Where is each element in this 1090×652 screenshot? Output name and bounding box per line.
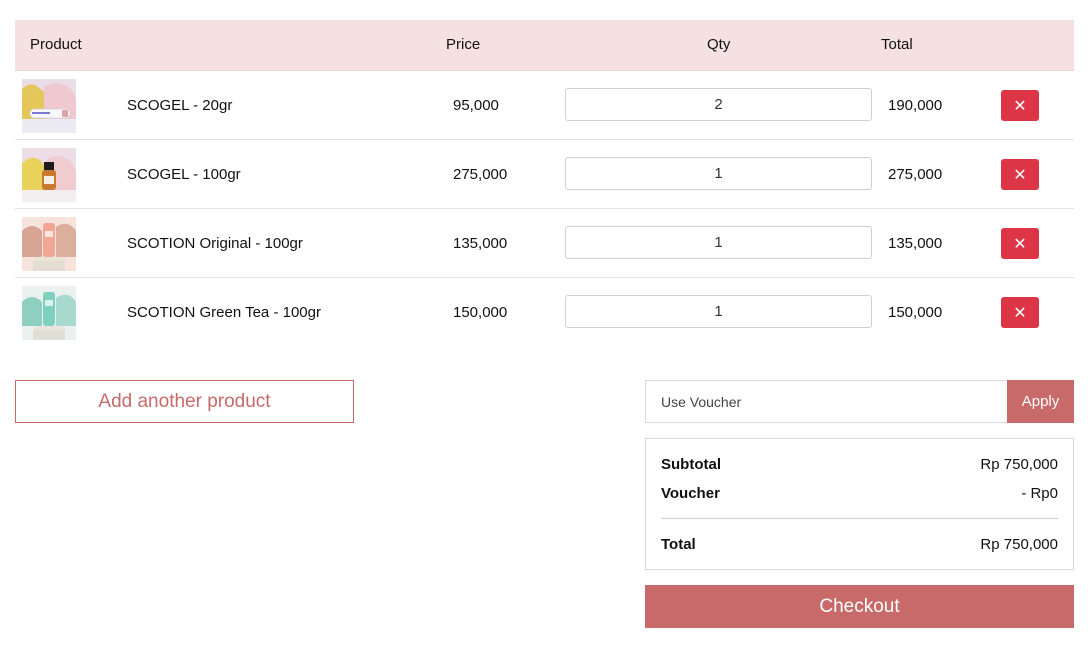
subtotal-label: Subtotal xyxy=(661,456,721,473)
product-thumbnail xyxy=(22,286,76,340)
remove-item-button[interactable]: ✕ xyxy=(1001,297,1039,328)
product-price: 95,000 xyxy=(453,97,499,114)
product-name: SCOGEL - 100gr xyxy=(127,166,241,183)
remove-item-button[interactable]: ✕ xyxy=(1001,228,1039,259)
remove-item-button[interactable]: ✕ xyxy=(1001,90,1039,121)
quantity-input[interactable] xyxy=(565,88,872,121)
header-product: Product xyxy=(30,36,82,53)
table-row: SCOGEL - 20gr 95,000 190,000 ✕ xyxy=(15,71,1074,140)
header-price: Price xyxy=(446,36,481,53)
product-thumbnail xyxy=(22,217,76,271)
subtotal-value: Rp 750,000 xyxy=(980,456,1058,473)
summary-divider xyxy=(661,518,1058,519)
add-another-product-button[interactable]: Add another product xyxy=(15,380,354,423)
voucher-value: - Rp0 xyxy=(1021,485,1058,502)
product-thumbnail xyxy=(22,148,76,202)
order-summary: Subtotal Rp 750,000 Voucher - Rp0 Total … xyxy=(645,438,1074,570)
checkout-button[interactable]: Checkout xyxy=(645,585,1074,628)
voucher-line: Voucher - Rp0 xyxy=(661,485,1058,502)
row-total: 275,000 xyxy=(888,166,943,183)
product-name: SCOGEL - 20gr xyxy=(127,97,233,114)
close-icon: ✕ xyxy=(1013,234,1027,253)
table-row: SCOTION Green Tea - 100gr 150,000 150,00… xyxy=(15,278,1074,346)
product-price: 135,000 xyxy=(453,235,508,252)
close-icon: ✕ xyxy=(1013,165,1027,184)
voucher-label: Voucher xyxy=(661,485,720,502)
subtotal-line: Subtotal Rp 750,000 xyxy=(661,456,1058,473)
row-total: 135,000 xyxy=(888,235,943,252)
cart-table: Product Price Qty Total SCOGEL - 20gr 95… xyxy=(15,20,1074,346)
header-total: Total xyxy=(881,36,913,53)
quantity-input[interactable] xyxy=(565,226,872,259)
quantity-input[interactable] xyxy=(565,295,872,328)
total-line: Total Rp 750,000 xyxy=(661,536,1058,553)
table-row: SCOGEL - 100gr 275,000 275,000 ✕ xyxy=(15,140,1074,209)
close-icon: ✕ xyxy=(1013,96,1027,115)
close-icon: ✕ xyxy=(1013,303,1027,322)
header-qty: Qty xyxy=(707,36,731,53)
row-total: 190,000 xyxy=(888,97,943,114)
voucher-form: Apply xyxy=(645,380,1074,423)
product-thumbnail xyxy=(22,79,76,133)
product-name: SCOTION Original - 100gr xyxy=(127,235,303,252)
total-label: Total xyxy=(661,536,696,553)
table-row: SCOTION Original - 100gr 135,000 135,000… xyxy=(15,209,1074,278)
quantity-input[interactable] xyxy=(565,157,872,190)
total-value: Rp 750,000 xyxy=(980,536,1058,553)
cart-table-header: Product Price Qty Total xyxy=(15,20,1074,71)
row-total: 150,000 xyxy=(888,304,943,321)
product-name: SCOTION Green Tea - 100gr xyxy=(127,304,321,321)
remove-item-button[interactable]: ✕ xyxy=(1001,159,1039,190)
voucher-input[interactable] xyxy=(645,380,1007,423)
apply-voucher-button[interactable]: Apply xyxy=(1007,380,1074,423)
product-price: 150,000 xyxy=(453,304,508,321)
product-price: 275,000 xyxy=(453,166,508,183)
